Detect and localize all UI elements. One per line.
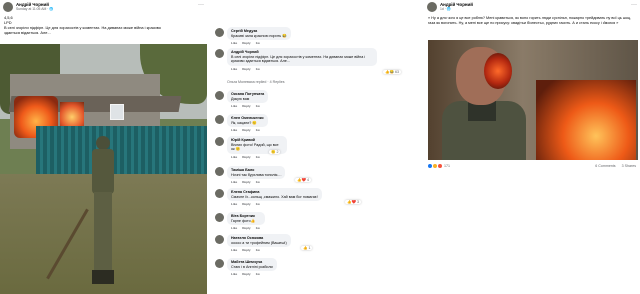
shares-count[interactable]: 3 Shares [622,164,636,168]
comment-age: 1w [255,248,260,253]
comment: Таміша Бало Ночні так бурхлива топилія...… [215,166,286,185]
reaction-count[interactable]: 👍😂 63 [383,70,401,74]
comment-text: В селі згоріли підфірн. Це для хорахості… [231,54,366,64]
reply-link[interactable]: Reply [242,180,250,184]
post-text: « Ну а для чого я це все роблю? Мені кра… [428,16,632,25]
comments-panel: Сергій Медуза Красиві зала красною порить… [211,0,409,294]
like-link[interactable]: Like [231,67,237,71]
comment-text: Гарне фото👍 [231,218,256,223]
avatar[interactable] [215,91,224,100]
comment: Елена Стафина Смачне їх...кольщ ,смажило.… [215,188,322,206]
comment-age: 1w [255,202,260,207]
avatar[interactable] [215,49,224,58]
avatar[interactable] [215,259,224,268]
comment: Оксана Потупчата Дякую вам Like Reply 1w [215,90,269,109]
comment-age: 1w [255,128,260,133]
author-avatar[interactable] [427,2,437,12]
like-link[interactable]: Like [231,41,237,45]
avatar[interactable] [215,28,224,37]
like-link[interactable]: Like [231,272,237,276]
right-post-header: Андрій Чорний 1d · 🌐 ··· [424,0,640,14]
comment-text: Дякую вам [231,96,250,101]
comment-age: 1w [255,41,260,46]
post-footer: 171 6 Comments 3 Shares [424,164,640,169]
comment-text: Ночні так бурхлива топилія.... [231,172,282,177]
post-text: 4,5,6 LPD В селі згоріли підфірн. Це для… [4,15,161,35]
comment-age: 1w [255,226,260,231]
avatar[interactable] [215,213,224,222]
commenter-name[interactable]: Оксана Потупчата [231,92,264,97]
reply-link[interactable]: Reply [242,202,250,206]
like-reaction-icon [428,164,432,169]
reaction-count[interactable]: 👍❤️ 3 [345,200,361,204]
reply-link[interactable]: Reply [242,128,250,132]
post-timestamp[interactable]: Sunday at 11:05 AM · 🌐 [16,7,54,11]
post-photo[interactable] [428,40,638,160]
comment-age: 1w [255,104,260,109]
comment: Єлен Омельченко Як, кацапи? 🙂 Like Reply 1w [215,114,268,132]
comment-age: 1w [255,180,260,185]
reaction-count[interactable]: 👍❤️ 4 [295,178,311,182]
reaction-count[interactable]: 👍 1 [301,246,313,250]
avatar[interactable] [215,235,224,244]
commenter-name[interactable]: Єлен Омельченко [231,116,264,121]
like-link[interactable]: Like [231,226,237,230]
comment-text: Смачне їх...кольщ ,смажило. Хай вам бог … [231,194,318,199]
haha-reaction-icon [433,164,437,169]
angry-reaction-icon [438,164,442,169]
left-post-header: Андрій Чорний Sunday at 11:05 AM · 🌐 ··· [0,0,207,14]
comment: Віта Бортник Гарне фото👍 Like Reply 1w [215,212,265,230]
comment-text: Красиві зала красною порить 😂 [231,33,287,38]
right-post-panel: Андрій Чорний 1d · 🌐 ··· « Ну а для чого… [424,0,640,294]
comment: Нататля Осюкова ооооо а ти трофейним (Ваш… [215,234,291,252]
replies-link[interactable]: Ольга Молеваха replied · 4 Replies [227,80,285,84]
comment-age: 1w [255,154,260,159]
like-link[interactable]: Like [231,104,237,108]
comment: Сергій Медуза Красиві зала красною порить… [215,27,291,45]
post-timestamp[interactable]: 1d · 🌐 [440,7,473,11]
comment-text: Як, кацапи? 🙂 [231,120,257,125]
reply-link[interactable]: Reply [242,226,250,230]
left-post-panel: Андрій Чорний Sunday at 11:05 AM · 🌐 ···… [0,0,207,294]
comment: Андрій Чорний В селі згоріли підфірн. Це … [215,48,377,71]
avatar[interactable] [215,189,224,198]
comment-text: ооооо а ти трофейним (Вашеш!) [231,240,287,245]
like-link[interactable]: Like [231,202,237,206]
comment-age: 1w [255,66,260,71]
author-avatar[interactable] [3,2,13,12]
comment-text: Стаю і в Англіні розбили [231,264,273,269]
like-link[interactable]: Like [231,248,237,252]
avatar[interactable] [215,115,224,124]
comments-count[interactable]: 6 Comments [595,164,615,168]
like-link[interactable]: Like [231,180,237,184]
comment: Юрій Кривий Вічних фото! Радий, що все ок… [215,136,287,159]
comment: Мабета Шемчуча Стаю і в Англіні розбили L… [215,258,277,276]
reply-link[interactable]: Reply [242,155,250,159]
avatar[interactable] [215,137,224,146]
avatar[interactable] [215,167,224,176]
more-options-icon[interactable]: ··· [631,2,637,8]
reaction-count[interactable]: 🙂 2 [269,150,281,154]
like-link[interactable]: Like [231,155,237,159]
reply-link[interactable]: Reply [242,41,250,45]
reactions-summary[interactable]: 171 [428,164,589,169]
reply-link[interactable]: Reply [242,272,250,276]
comment-age: 1w [255,272,260,277]
more-options-icon[interactable]: ··· [198,2,204,8]
reply-link[interactable]: Reply [242,104,250,108]
post-photo[interactable] [0,44,207,294]
like-link[interactable]: Like [231,128,237,132]
reply-link[interactable]: Reply [242,248,250,252]
reply-link[interactable]: Reply [242,67,250,71]
